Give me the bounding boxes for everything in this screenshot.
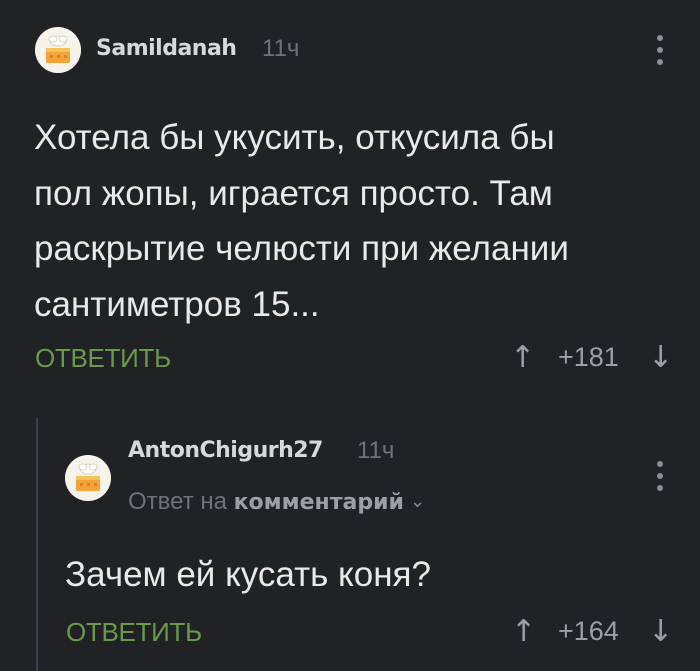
upvote-icon[interactable]: ↑ [511, 617, 536, 647]
reply-button[interactable]: ОТВЕТИТЬ [35, 343, 171, 374]
reply-to-line: Ответ на комментарий ⌄ [128, 488, 425, 516]
cake-avatar-icon[interactable] [65, 455, 111, 501]
reply-time: 11ч [357, 437, 395, 464]
comment-text-line: Хотела бы укусить, откусила бы [34, 118, 555, 157]
reply-to-link[interactable]: комментарий [234, 490, 404, 515]
downvote-icon[interactable]: ↓ [648, 343, 673, 373]
comment-text: Хотела бы укусить, откусила бы пол жопы,… [34, 110, 569, 332]
more-vertical-icon[interactable] [650, 33, 670, 67]
reply-score: +164 [558, 616, 619, 646]
comment-text-line: пол жопы, играется просто. Там [34, 173, 553, 213]
reply-username[interactable]: AntonChigurh27 [128, 438, 323, 463]
reply-button[interactable]: ОТВЕТИТЬ [66, 617, 202, 648]
cake-avatar-icon[interactable] [35, 27, 81, 73]
thread-line [36, 418, 38, 671]
comment-score: +181 [558, 342, 619, 372]
more-vertical-icon[interactable] [650, 459, 670, 493]
reply-text: Зачем ей кусать коня? [65, 555, 431, 594]
upvote-icon[interactable]: ↑ [510, 343, 535, 373]
comment-time: 11ч [262, 35, 300, 62]
comment-text-line: сантиметров 15... [34, 284, 320, 324]
comment-text-line: раскрытие челюсти при желании [34, 229, 569, 268]
downvote-icon[interactable]: ↓ [648, 617, 673, 647]
comment-username[interactable]: Samildanah [96, 36, 237, 61]
comments-page: Samildanah 11ч Хотела бы укусить, откуси… [0, 0, 700, 671]
chevron-down-icon[interactable]: ⌄ [410, 491, 425, 512]
reply-to-prefix: Ответ на [128, 488, 227, 515]
